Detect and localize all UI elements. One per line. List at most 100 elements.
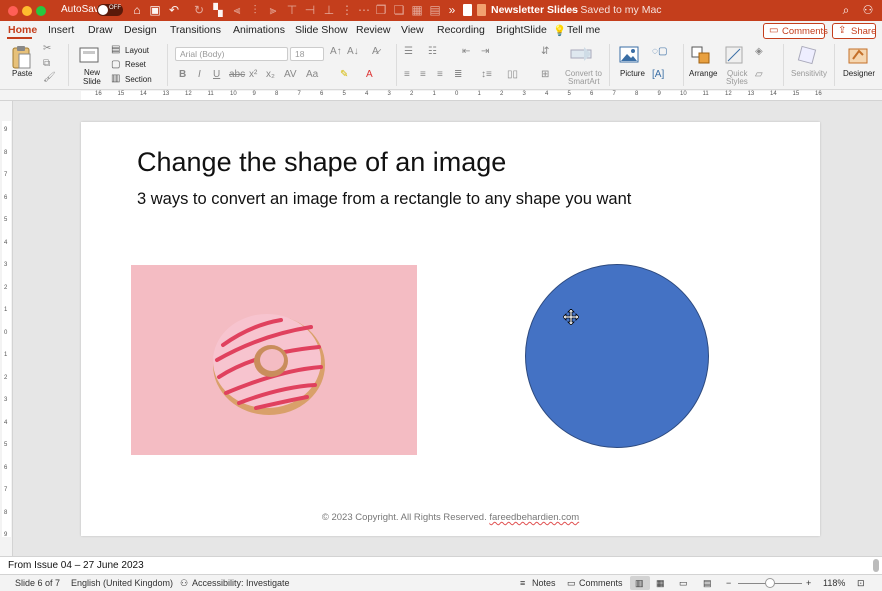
font-name-field[interactable]: Arial (Body) [175, 47, 288, 61]
reset-button[interactable]: Reset [125, 60, 146, 69]
section-icon[interactable]: ▥ [111, 73, 120, 84]
justify-icon[interactable]: ≣ [454, 69, 462, 80]
new-slide-label-2[interactable]: Slide [83, 77, 101, 86]
notes-text[interactable]: From Issue 04 – 27 June 2023 [8, 560, 144, 571]
tab-animations[interactable]: Animations [233, 24, 285, 36]
font-size-field[interactable]: 18 [290, 47, 324, 61]
character-spacing-icon[interactable]: AV [284, 69, 297, 80]
tab-view[interactable]: View [401, 24, 424, 36]
decrease-font-icon[interactable]: A↓ [347, 46, 359, 57]
close-window-button[interactable] [8, 6, 18, 16]
new-slide-label-1[interactable]: New [84, 68, 100, 77]
align-right-icon[interactable]: ⫸ [266, 3, 280, 17]
numbering-icon[interactable]: ☷ [428, 46, 437, 57]
minimize-window-button[interactable] [22, 6, 32, 16]
subscript-icon[interactable]: x₂ [266, 69, 275, 80]
comments-button[interactable]: ▭ Comments [763, 23, 828, 39]
align-middle-icon[interactable]: ⊣ [303, 3, 317, 17]
layout-button[interactable]: Layout [125, 46, 149, 55]
quick-styles-label-2[interactable]: Styles [726, 77, 748, 86]
strikethrough-icon[interactable]: abc [229, 69, 245, 80]
italic-icon[interactable]: I [198, 69, 201, 80]
share-button[interactable]: ⇪ Share [832, 23, 876, 39]
autosave-toggle[interactable]: OFF [97, 4, 123, 16]
tab-design[interactable]: Design [124, 24, 157, 36]
tab-transitions[interactable]: Transitions [170, 24, 221, 36]
arrange-icon[interactable] [690, 45, 712, 65]
footer-link[interactable]: fareedbehardien.com [489, 512, 579, 523]
increase-indent-icon[interactable]: ⇥ [481, 46, 489, 57]
accessibility-status[interactable]: Accessibility: Investigate [192, 578, 290, 588]
tell-me-search[interactable]: Tell me [567, 24, 600, 36]
align-right-text-icon[interactable]: ≡ [437, 69, 443, 80]
search-icon[interactable]: ⌕ [839, 3, 853, 17]
zoom-out-icon[interactable]: − [726, 578, 731, 588]
text-box-icon[interactable]: [A] [652, 69, 664, 80]
save-status[interactable]: — Saved to my Mac [567, 4, 662, 16]
comments-status-button[interactable]: Comments [579, 578, 623, 588]
bring-forward-icon[interactable]: ❐ [374, 3, 388, 17]
clear-formatting-icon[interactable]: A̷ [372, 46, 379, 57]
bullets-icon[interactable]: ☰ [404, 46, 413, 57]
layout-icon[interactable]: ▤ [111, 44, 120, 55]
undo-icon[interactable]: ↶ [167, 3, 181, 17]
tab-home[interactable]: Home [8, 24, 37, 36]
designer-label[interactable]: Designer [843, 69, 875, 78]
zoom-level[interactable]: 118% [823, 578, 845, 588]
align-center-icon[interactable]: ⫶ [248, 3, 262, 17]
align-bottom-icon[interactable]: ⊥ [322, 3, 336, 17]
notes-pane[interactable]: From Issue 04 – 27 June 2023 [0, 556, 882, 574]
save-icon[interactable]: ▣ [148, 3, 162, 17]
quick-styles-icon[interactable] [724, 45, 744, 65]
donut-photo[interactable] [131, 265, 417, 455]
vertical-ruler[interactable]: 9 8 7 6 5 4 3 2 1 0 1 2 3 4 5 6 7 8 9 [0, 101, 13, 556]
send-backward-icon[interactable]: ❏ [392, 3, 406, 17]
sensitivity-icon[interactable] [797, 45, 817, 65]
designer-icon[interactable] [847, 45, 869, 65]
language-indicator[interactable]: English (United Kingdom) [71, 578, 173, 588]
group-icon[interactable]: ▦ [410, 3, 424, 17]
tab-brightslide[interactable]: BrightSlide [496, 24, 547, 36]
cut-icon[interactable]: ✂ [43, 43, 51, 54]
shape-outline-icon[interactable]: ▱ [755, 69, 763, 80]
slide-subtitle[interactable]: 3 ways to convert an image from a rectan… [137, 190, 631, 209]
distribute-vertical-icon[interactable]: ⋯ [357, 3, 371, 17]
font-color-icon[interactable]: A [366, 69, 373, 80]
paste-icon[interactable] [10, 44, 32, 70]
decrease-indent-icon[interactable]: ⇤ [462, 46, 470, 57]
columns-icon[interactable]: ▯▯ [507, 69, 518, 80]
underline-icon[interactable]: U [213, 69, 220, 80]
tab-draw[interactable]: Draw [88, 24, 113, 36]
share-people-icon[interactable]: ⚇ [861, 3, 875, 17]
line-spacing-icon[interactable]: ↕≡ [481, 69, 492, 80]
home-icon[interactable]: ⌂ [130, 3, 144, 17]
tab-recording[interactable]: Recording [437, 24, 485, 36]
slideshow-icon[interactable]: ▤ [703, 578, 712, 589]
align-text-icon[interactable]: ⊞ [541, 69, 549, 80]
new-slide-icon[interactable] [79, 46, 99, 64]
slide-title[interactable]: Change the shape of an image [137, 147, 506, 178]
tab-review[interactable]: Review [356, 24, 390, 36]
maximize-window-button[interactable] [36, 6, 46, 16]
notes-button[interactable]: Notes [532, 578, 556, 588]
align-top-icon[interactable]: ⊤ [285, 3, 299, 17]
reading-view-icon[interactable]: ▭ [679, 578, 688, 589]
format-painter-ribbon-icon[interactable]: 🖌 [43, 72, 56, 83]
section-button[interactable]: Section [125, 75, 152, 84]
picture-label[interactable]: Picture [620, 69, 645, 78]
tab-insert[interactable]: Insert [48, 24, 74, 36]
align-left-icon[interactable]: ⫷ [230, 3, 244, 17]
bold-icon[interactable]: B [179, 69, 186, 80]
arrange-label[interactable]: Arrange [689, 69, 717, 78]
change-case-icon[interactable]: Aa [306, 69, 318, 80]
slide-sorter-icon[interactable]: ▦ [656, 578, 665, 589]
ungroup-icon[interactable]: ▤ [428, 3, 442, 17]
align-left-text-icon[interactable]: ≡ [404, 69, 410, 80]
smartart-icon[interactable] [570, 45, 592, 63]
distribute-icon[interactable]: ⋮ [340, 3, 354, 17]
zoom-in-icon[interactable]: + [806, 578, 811, 588]
horizontal-ruler[interactable]: 16 15 14 13 12 11 10 9 8 7 6 5 4 3 2 1 0 1 2 3 4 5 6 7 8 9 10 11 12 1… [0, 90, 882, 101]
superscript-icon[interactable]: x² [249, 69, 257, 80]
highlight-icon[interactable]: ✎ [340, 69, 348, 80]
picture-icon[interactable] [619, 46, 639, 63]
